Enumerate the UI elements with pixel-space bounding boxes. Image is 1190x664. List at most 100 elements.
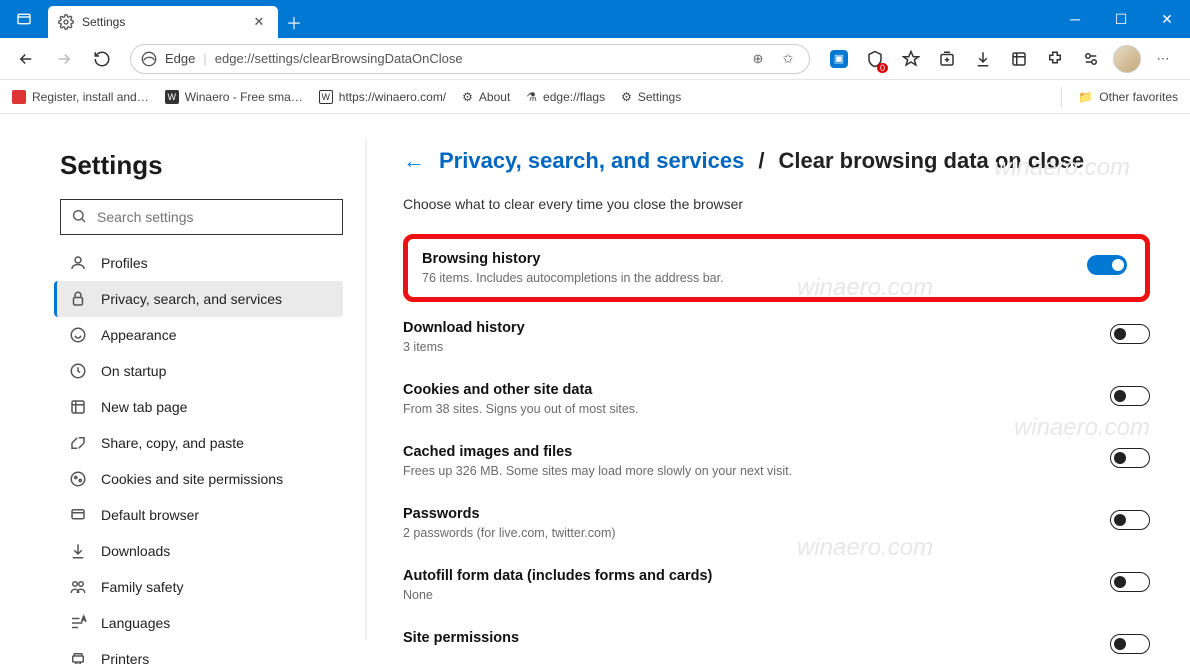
option-subtitle: From 38 sites. Signs you out of most sit… [403,402,639,416]
bookmark-item[interactable]: WWinaero - Free sma… [165,90,303,104]
page-description: Choose what to clear every time you clos… [403,196,1150,212]
settings-nav: Profiles Privacy, search, and services App… [54,245,343,664]
settings-sidebar: Settings ProfilesPrivacy, search, and se… [0,114,365,664]
address-bar[interactable]: Edge | edge://settings/clearBrowsingData… [130,44,810,74]
window-controls: ─ ☐ ✕ [1052,0,1190,38]
search-icon [71,208,87,227]
clear-option-cached-images-and-files: Cached images and files Frees up 326 MB. … [403,430,1150,492]
maximize-button[interactable]: ☐ [1098,0,1144,38]
titlebar: Settings ✕ ＋ ─ ☐ ✕ [0,0,1190,38]
clear-option-browsing-history: Browsing history76 items. Includes autoc… [412,245,1127,291]
menu-button[interactable]: ⋯ [1146,43,1180,75]
nav-label: Appearance [101,327,177,343]
collections-icon[interactable] [930,43,964,75]
bookmark-item[interactable]: ⚙Settings [621,90,681,104]
sidebar-item-privacy-search-and-services[interactable]: Privacy, search, and services [54,281,343,317]
toolbar-right: ▣ 0 ⋯ [822,43,1180,75]
nav-label: Languages [101,615,170,631]
breadcrumb-separator: / [758,148,764,174]
extensions-icon[interactable] [1038,43,1072,75]
tab-title: Settings [82,15,242,29]
bookmark-item[interactable]: Whttps://winaero.com/ [319,90,446,104]
favorite-icon[interactable]: ✩ [777,51,799,67]
toggle[interactable] [1110,510,1150,530]
minimize-button[interactable]: ─ [1052,0,1098,38]
sidebar-item-downloads[interactable]: Downloads [54,533,343,569]
favorites-icon[interactable] [894,43,928,75]
toggle[interactable] [1110,324,1150,344]
edge-icon [141,51,157,67]
settings-search[interactable] [60,199,343,235]
sidebar-item-cookies-and-site-permissions[interactable]: Cookies and site permissions [54,461,343,497]
address-prefix: Edge [165,51,195,66]
close-tab-icon[interactable]: ✕ [250,14,268,30]
toggle[interactable] [1110,386,1150,406]
gear-icon [58,14,74,30]
profile-avatar[interactable] [1110,43,1144,75]
forward-button[interactable] [48,43,80,75]
nav-label: New tab page [101,399,187,415]
clear-option-autofill-form-data-includes-forms-and-cards-: Autofill form data (includes forms and c… [403,554,1150,616]
nav-icon: A [69,614,87,632]
sidebar-item-profiles[interactable]: Profiles [54,245,343,281]
sidebar-item-on-startup[interactable]: On startup [54,353,343,389]
nav-label: Privacy, search, and services [101,291,282,307]
option-subtitle: Frees up 326 MB. Some sites may load mor… [403,464,792,478]
zoom-icon[interactable]: ⊕ [747,51,769,67]
webcapture-icon[interactable] [1002,43,1036,75]
bookmark-item[interactable]: ⚙About [462,90,510,104]
nav-icon [69,290,87,308]
sidebar-item-family-safety[interactable]: Family safety [54,569,343,605]
nav-icon [69,398,87,416]
downloads-icon[interactable] [966,43,1000,75]
nav-icon [69,470,87,488]
settings-search-input[interactable] [97,209,332,225]
bookmark-item[interactable]: Register, install and… [12,90,149,104]
extension-shield-icon[interactable]: 0 [858,43,892,75]
nav-icon [69,578,87,596]
nav-icon [69,506,87,524]
clear-option-download-history: Download history 3 items [403,306,1150,368]
nav-icon [69,326,87,344]
breadcrumb-parent[interactable]: Privacy, search, and services [439,148,744,174]
option-title: Cached images and files [403,444,792,460]
nav-label: Downloads [101,543,170,559]
bookmark-item[interactable]: ⚗edge://flags [526,90,605,104]
sync-icon[interactable] [1074,43,1108,75]
nav-icon [69,650,87,664]
other-favorites[interactable]: 📁Other favorites [1078,90,1178,104]
sidebar-item-share-copy-and-paste[interactable]: Share, copy, and paste [54,425,343,461]
close-button[interactable]: ✕ [1144,0,1190,38]
refresh-button[interactable] [86,43,118,75]
browser-tab[interactable]: Settings ✕ [48,6,278,38]
nav-label: Family safety [101,579,183,595]
option-title: Download history [403,320,525,336]
nav-icon [69,362,87,380]
option-title: Autofill form data (includes forms and c… [403,568,712,584]
option-subtitle: 2 passwords (for live.com, twitter.com) [403,526,616,540]
clear-option-cookies-and-other-site-data: Cookies and other site dataFrom 38 sites… [403,368,1150,430]
toggle[interactable] [1087,255,1127,275]
sidebar-item-appearance[interactable]: Appearance [54,317,343,353]
address-separator: | [203,51,206,66]
sidebar-item-printers[interactable]: Printers [54,641,343,664]
back-button[interactable] [10,43,42,75]
svg-text:A: A [82,617,86,623]
new-tab-button[interactable]: ＋ [278,6,310,38]
toggle[interactable] [1110,572,1150,592]
breadcrumb-back-icon[interactable]: ← [403,148,425,174]
nav-label: Share, copy, and paste [101,435,244,451]
option-subtitle: 3 items [403,340,525,354]
option-subtitle: 76 items. Includes autocompletions in th… [422,271,724,285]
toggle[interactable] [1110,448,1150,468]
sidebar-item-default-browser[interactable]: Default browser [54,497,343,533]
sidebar-item-new-tab-page[interactable]: New tab page [54,389,343,425]
bookmarks-bar: Register, install and… WWinaero - Free s… [0,80,1190,114]
settings-main: winaero.com winaero.com winaero.com wina… [367,114,1190,664]
extension-video-icon[interactable]: ▣ [822,43,856,75]
flask-icon: ⚗ [526,90,537,104]
nav-icon [69,254,87,272]
nav-icon [69,434,87,452]
sidebar-item-languages[interactable]: A Languages [54,605,343,641]
toggle[interactable] [1110,634,1150,654]
